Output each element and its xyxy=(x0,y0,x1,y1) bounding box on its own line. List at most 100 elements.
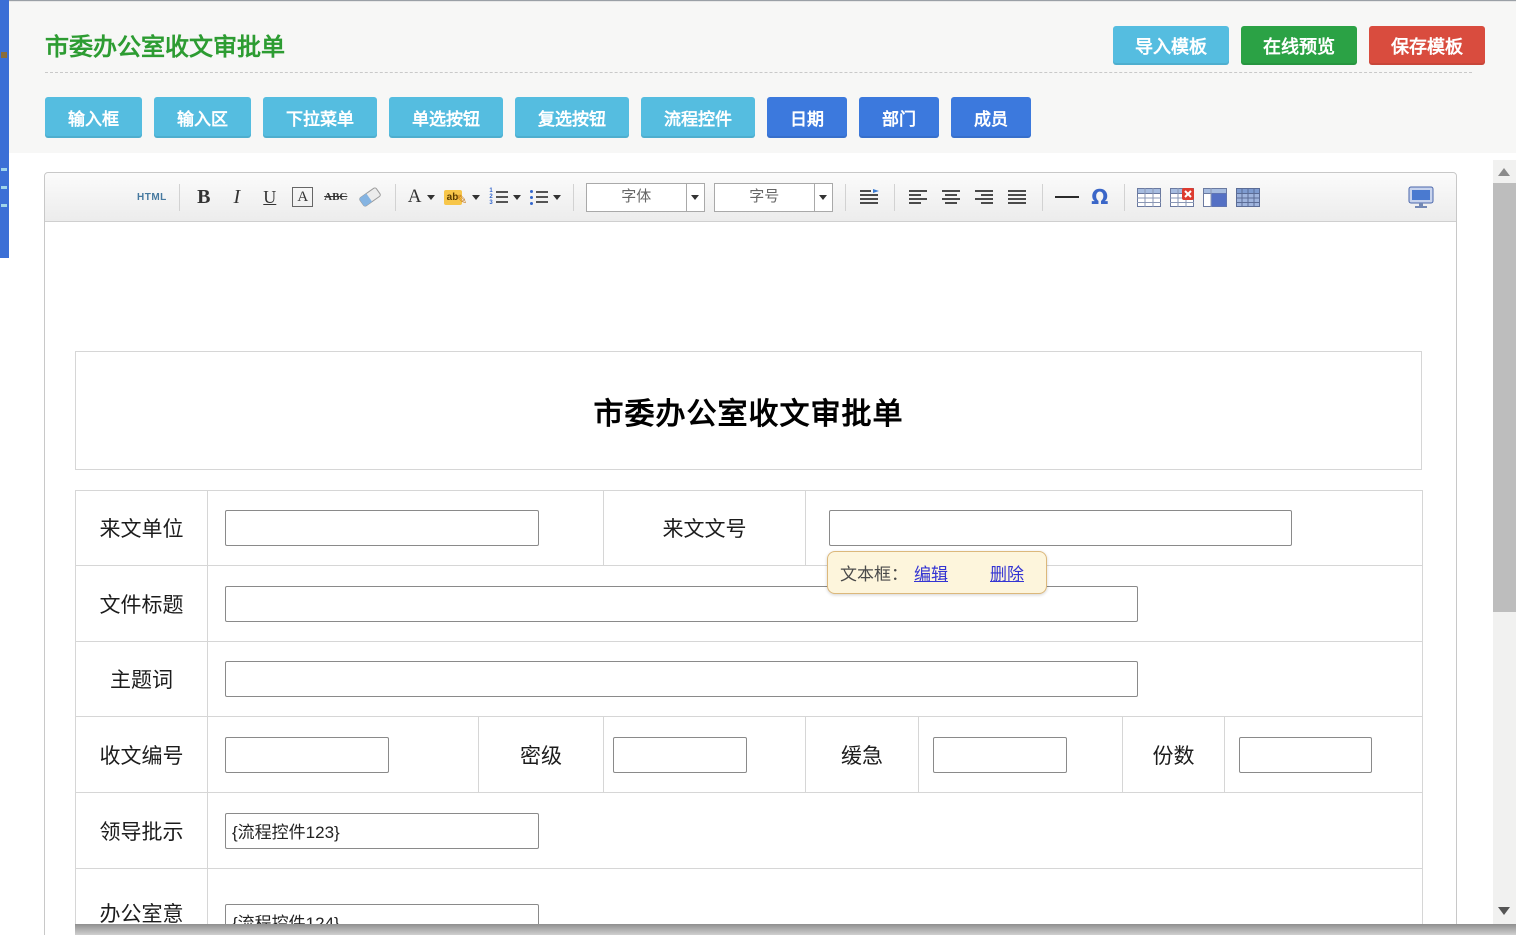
italic-button[interactable]: I xyxy=(225,182,249,212)
import-template-button[interactable]: 导入模板 xyxy=(1113,26,1229,65)
field-label-leader-comments: 领导批示 xyxy=(76,793,208,869)
table-properties-button[interactable] xyxy=(1236,182,1260,212)
dropdown-caret-icon xyxy=(819,195,827,200)
table-grid-icon xyxy=(1236,188,1260,207)
field-label-doc-title: 文件标题 xyxy=(76,566,208,642)
add-checkbox-button[interactable]: 复选按钮 xyxy=(515,97,629,138)
screen: 市委办公室收文审批单 导入模板 在线预览 保存模板 输入框 输入区 下拉菜单 单… xyxy=(0,0,1516,935)
toolbar-separator xyxy=(395,184,396,211)
remove-format-eraser-button[interactable] xyxy=(357,182,383,212)
add-flow-control-button[interactable]: 流程控件 xyxy=(641,97,755,138)
dropdown-caret-icon xyxy=(427,195,435,200)
toolbar-separator xyxy=(894,184,895,211)
field-label-security-level: 密级 xyxy=(479,717,604,793)
keywords-input[interactable] xyxy=(225,661,1138,697)
dropdown-caret-icon xyxy=(553,195,561,200)
receipt-number-input[interactable] xyxy=(225,737,389,773)
toolbar-separator xyxy=(1124,184,1125,211)
field-label-receipt-number: 收文编号 xyxy=(76,717,208,793)
scrollbar-thumb[interactable] xyxy=(1493,183,1516,612)
add-date-button[interactable]: 日期 xyxy=(767,97,847,138)
ordered-list-button[interactable]: 123 xyxy=(489,182,520,212)
font-color-button[interactable]: A xyxy=(408,182,435,212)
dropdown-caret-icon xyxy=(691,195,699,200)
left-edge-panel xyxy=(0,0,9,258)
form-fields-table: 来文单位 来文文号 文件标题 主题词 xyxy=(75,490,1423,935)
eraser-icon xyxy=(357,187,383,207)
tooltip-delete-link[interactable]: 删除 xyxy=(990,560,1024,585)
header-panel: 市委办公室收文审批单 导入模板 在线预览 保存模板 输入框 输入区 下拉菜单 单… xyxy=(9,0,1516,153)
indent-icon xyxy=(860,189,880,205)
security-level-input[interactable] xyxy=(613,737,747,773)
save-template-button[interactable]: 保存模板 xyxy=(1369,26,1485,65)
insert-table-button[interactable] xyxy=(1137,182,1161,212)
incoming-unit-input[interactable] xyxy=(225,510,539,546)
html-source-button[interactable]: HTML xyxy=(137,182,167,212)
format-block-button[interactable]: A xyxy=(292,187,313,207)
bold-button[interactable]: B xyxy=(192,182,216,212)
dropdown-caret-icon xyxy=(513,195,521,200)
ordered-list-icon: 123 xyxy=(489,188,507,206)
add-radio-button[interactable]: 单选按钮 xyxy=(389,97,503,138)
doc-number-input[interactable] xyxy=(829,510,1292,546)
editor-content[interactable]: 市委办公室收文审批单 来文单位 来文文号 xyxy=(45,222,1456,935)
widget-tooltip: 文本框： 编辑 删除 xyxy=(827,551,1047,594)
edge-mark xyxy=(1,52,7,58)
field-cell xyxy=(1225,717,1423,793)
add-input-box-button[interactable]: 输入框 xyxy=(45,97,142,138)
table-row: 领导批示 xyxy=(76,793,1423,869)
underline-button[interactable]: U xyxy=(258,182,282,212)
field-label-keywords: 主题词 xyxy=(76,642,208,717)
urgency-input[interactable] xyxy=(933,737,1067,773)
align-left-button[interactable] xyxy=(907,182,931,212)
horizontal-scrollbar[interactable] xyxy=(75,924,1516,935)
fullscreen-button[interactable] xyxy=(1408,182,1434,212)
dropdown-caret-icon xyxy=(472,195,480,200)
align-left-icon xyxy=(909,189,929,205)
font-family-select[interactable]: 字体 xyxy=(586,183,705,212)
highlight-color-button[interactable]: ab ✎ xyxy=(444,182,481,212)
delete-table-button[interactable] xyxy=(1170,182,1194,212)
horizontal-rule-button[interactable] xyxy=(1055,182,1079,212)
toolbar-separator xyxy=(1042,184,1043,211)
scroll-down-icon[interactable] xyxy=(1498,907,1510,915)
field-cell xyxy=(208,491,604,566)
online-preview-button[interactable]: 在线预览 xyxy=(1241,26,1357,65)
vertical-scrollbar[interactable] xyxy=(1493,160,1516,935)
merge-cells-button[interactable] xyxy=(1203,182,1227,212)
field-cell xyxy=(208,717,479,793)
dashed-separator xyxy=(45,72,1472,73)
unordered-list-button[interactable] xyxy=(530,182,561,212)
edge-mark xyxy=(1,186,7,189)
pencil-icon: ✎ xyxy=(457,192,468,208)
toolbar-separator xyxy=(179,184,180,211)
tooltip-edit-link[interactable]: 编辑 xyxy=(914,560,948,585)
toolbar-separator xyxy=(573,184,574,211)
editor-toolbar: HTML B I U A ABC A ab xyxy=(45,173,1456,222)
add-dropdown-button[interactable]: 下拉菜单 xyxy=(263,97,377,138)
indent-button[interactable] xyxy=(858,182,882,212)
align-justify-button[interactable] xyxy=(1006,182,1030,212)
align-right-button[interactable] xyxy=(973,182,997,212)
special-char-button[interactable]: Ω xyxy=(1088,182,1112,212)
select-arrow[interactable] xyxy=(686,184,704,211)
tooltip-label: 文本框： xyxy=(840,560,908,585)
select-arrow[interactable] xyxy=(814,184,832,211)
strikethrough-button[interactable]: ABC xyxy=(324,182,348,212)
edge-mark xyxy=(1,204,7,207)
copies-input[interactable] xyxy=(1239,737,1372,773)
widget-button-row: 输入框 输入区 下拉菜单 单选按钮 复选按钮 流程控件 日期 部门 成员 xyxy=(45,97,1031,138)
field-label-urgency: 缓急 xyxy=(806,717,919,793)
scroll-up-icon[interactable] xyxy=(1498,168,1510,176)
align-center-button[interactable] xyxy=(940,182,964,212)
add-department-button[interactable]: 部门 xyxy=(859,97,939,138)
table-icon xyxy=(1137,188,1161,207)
field-label-incoming-unit: 来文单位 xyxy=(76,491,208,566)
field-label-doc-number: 来文文号 xyxy=(604,491,806,566)
add-textarea-button[interactable]: 输入区 xyxy=(154,97,251,138)
font-size-select[interactable]: 字号 xyxy=(714,183,833,212)
leader-comments-input[interactable] xyxy=(225,813,539,849)
table-row: 文件标题 xyxy=(76,566,1423,642)
add-member-button[interactable]: 成员 xyxy=(951,97,1031,138)
table-row: 来文单位 来文文号 xyxy=(76,491,1423,566)
